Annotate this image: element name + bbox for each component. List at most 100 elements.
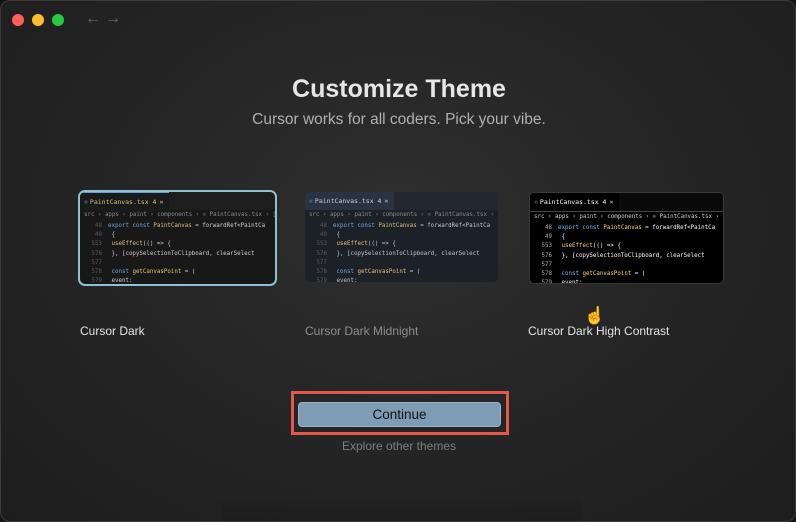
preview-tab: ⚛ PaintCanvas.tsx 4 × bbox=[530, 193, 620, 211]
code-token: = ( bbox=[631, 270, 646, 277]
code-line: 48 export const PaintCanvas = forwardRef<… bbox=[80, 222, 275, 231]
code-line: 49 { bbox=[305, 231, 498, 240]
code-token: useEffect bbox=[111, 241, 143, 248]
code-token: { bbox=[108, 232, 115, 239]
line-number: 578 bbox=[541, 270, 552, 277]
code-token: const bbox=[561, 270, 583, 277]
line-number: 579 bbox=[316, 278, 327, 282]
line-number: 553 bbox=[316, 241, 327, 248]
code-line: 579 event: bbox=[305, 277, 498, 282]
code-line: 579 event: bbox=[80, 277, 275, 285]
code-line: 577 bbox=[80, 259, 275, 268]
pointer-hand-icon: ☝ bbox=[584, 306, 606, 325]
code-token: export const bbox=[333, 223, 379, 229]
line-number: 576 bbox=[91, 250, 102, 257]
code-line: 576 }, [copySelectionToClipboard, clearS… bbox=[305, 250, 498, 259]
code-token: const bbox=[111, 268, 133, 275]
code-token: event: bbox=[108, 278, 133, 285]
code-token: { bbox=[333, 232, 340, 239]
close-icon: × bbox=[609, 198, 614, 206]
line-number: 49 bbox=[95, 232, 102, 239]
close-window-button[interactable] bbox=[12, 14, 24, 26]
preview-tab-label: PaintCanvas.tsx 4 bbox=[539, 198, 607, 206]
code-line: 578 const getCanvasPoint = ( bbox=[530, 270, 723, 279]
explore-themes-link[interactable]: Explore other themes bbox=[1, 439, 795, 453]
back-arrow-icon[interactable]: ← bbox=[85, 9, 101, 29]
code-token: }, [copySelectionToClipboard, clearSelec… bbox=[108, 250, 255, 257]
code-token: event: bbox=[333, 278, 358, 282]
line-number: 553 bbox=[541, 243, 552, 250]
preview-breadcrumb: src › apps › paint › components › ⚛ Pain… bbox=[84, 212, 277, 218]
page-subtitle: Cursor works for all coders. Pick your v… bbox=[252, 111, 546, 128]
code-token: PaintCanvas bbox=[153, 223, 192, 229]
theme-label-cursor-dark[interactable]: Cursor Dark bbox=[80, 324, 145, 338]
theme-card-cursor-dark-midnight[interactable]: ⚛ PaintCanvas.tsx 4 × src › apps › paint › … bbox=[305, 192, 498, 282]
code-token: useEffect bbox=[561, 243, 593, 250]
code-token: (() => { bbox=[592, 243, 621, 250]
continue-button[interactable]: Continue bbox=[298, 402, 501, 427]
react-file-icon: ⚛ bbox=[84, 198, 88, 206]
line-number: 576 bbox=[316, 250, 327, 257]
code-token: getCanvasPoint bbox=[132, 268, 182, 275]
code-token: getCanvasPoint bbox=[357, 268, 407, 275]
code-token: = ( bbox=[181, 268, 196, 275]
onboarding-window: ← → Customize Theme Cursor works for all… bbox=[0, 0, 796, 522]
line-number: 578 bbox=[91, 268, 102, 275]
preview-tab-label: PaintCanvas.tsx 4 bbox=[89, 198, 157, 206]
code-token: PaintCanvas bbox=[378, 223, 417, 229]
react-file-icon: ⚛ bbox=[309, 197, 313, 205]
theme-card-cursor-dark-high-contrast[interactable]: ⚛ PaintCanvas.tsx 4 × src › apps › paint › … bbox=[529, 192, 724, 284]
line-number: 577 bbox=[316, 259, 327, 266]
preview-code: 48 export const PaintCanvas = forwardRef<… bbox=[530, 223, 723, 284]
line-number: 579 bbox=[541, 280, 552, 284]
code-line: 578 const getCanvasPoint = ( bbox=[80, 268, 275, 277]
line-number: 553 bbox=[91, 241, 102, 248]
theme-label-cursor-dark-midnight[interactable]: Cursor Dark Midnight bbox=[305, 324, 418, 338]
code-token: useEffect bbox=[336, 241, 368, 248]
preview-tab: ⚛ PaintCanvas.tsx 4 × bbox=[80, 192, 170, 211]
preview-code: 48 export const PaintCanvas = forwardRef<… bbox=[305, 221, 498, 282]
line-number: 577 bbox=[541, 261, 552, 268]
code-token: }, [copySelectionToClipboard, clearSelec… bbox=[558, 252, 705, 259]
code-token: (() => { bbox=[142, 241, 171, 248]
code-token: { bbox=[558, 234, 565, 241]
line-number: 579 bbox=[91, 278, 102, 285]
forward-arrow-icon[interactable]: → bbox=[105, 9, 121, 29]
code-token: (() => { bbox=[367, 241, 396, 248]
code-line: 49 { bbox=[530, 233, 723, 242]
code-token: }, [copySelectionToClipboard, clearSelec… bbox=[333, 250, 480, 257]
code-token: const bbox=[336, 268, 358, 275]
code-line: 553 useEffect(() => { bbox=[530, 242, 723, 251]
theme-label-cursor-dark-high-contrast[interactable]: Cursor Dark High Contrast bbox=[528, 324, 669, 338]
code-token: = forwardRef<PaintCa bbox=[416, 223, 491, 229]
line-number: 49 bbox=[320, 232, 327, 239]
code-line: 576 }, [copySelectionToClipboard, clearS… bbox=[80, 250, 275, 259]
code-token: event: bbox=[558, 280, 583, 284]
code-token: = forwardRef<PaintCa bbox=[641, 225, 716, 231]
code-line: 579 event: bbox=[530, 279, 723, 284]
code-token: = ( bbox=[406, 268, 421, 275]
code-token: export const bbox=[108, 223, 154, 229]
preview-tab: ⚛ PaintCanvas.tsx 4 × bbox=[305, 192, 395, 210]
react-file-icon: ⚛ bbox=[534, 198, 538, 206]
code-line: 553 useEffect(() => { bbox=[80, 240, 275, 249]
maximize-window-button[interactable] bbox=[52, 14, 64, 26]
preview-tab-bar: ⚛ PaintCanvas.tsx 4 × bbox=[80, 192, 275, 211]
code-line: 553 useEffect(() => { bbox=[305, 240, 498, 249]
line-number: 48 bbox=[320, 223, 327, 229]
preview-breadcrumb: src › apps › paint › components › ⚛ Pain… bbox=[309, 212, 498, 218]
line-number: 576 bbox=[541, 252, 552, 259]
preview-breadcrumb: src › apps › paint › components › ⚛ Pain… bbox=[534, 214, 724, 220]
code-token: = forwardRef<PaintCa bbox=[191, 223, 266, 229]
line-number: 578 bbox=[316, 268, 327, 275]
page-title: Customize Theme bbox=[292, 75, 506, 103]
code-token: getCanvasPoint bbox=[582, 270, 632, 277]
code-line: 48 export const PaintCanvas = forwardRef<… bbox=[530, 224, 723, 233]
code-token: export const bbox=[558, 225, 604, 231]
code-line: 49 { bbox=[80, 231, 275, 240]
line-number: 49 bbox=[545, 234, 552, 241]
code-line: 577 bbox=[530, 261, 723, 270]
preview-code: 48 export const PaintCanvas = forwardRef<… bbox=[80, 221, 275, 285]
minimize-window-button[interactable] bbox=[32, 14, 44, 26]
theme-card-cursor-dark[interactable]: ⚛ PaintCanvas.tsx 4 × src › apps › paint › … bbox=[78, 190, 277, 286]
